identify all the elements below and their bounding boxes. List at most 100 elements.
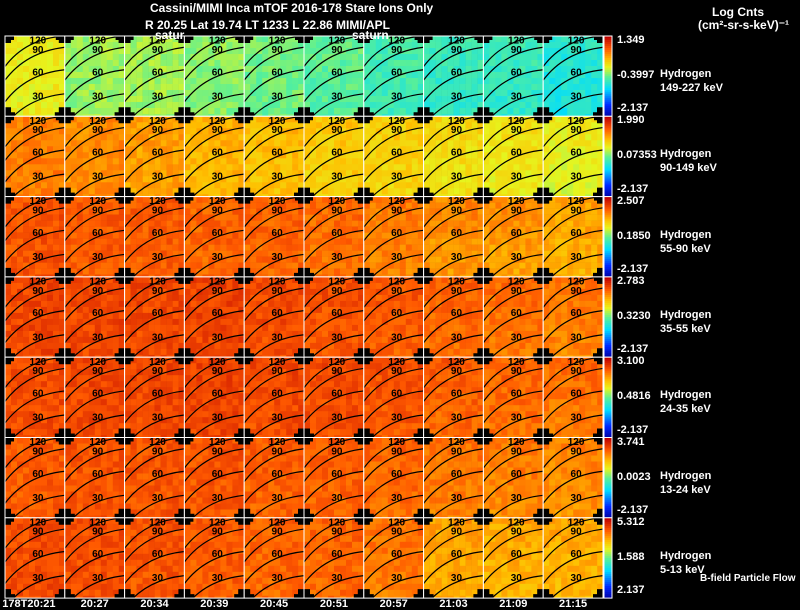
contour-label: 30 xyxy=(92,172,104,183)
heatmap-cell xyxy=(549,202,556,209)
heatmap-cell xyxy=(178,146,185,153)
heatmap-cell xyxy=(399,158,407,165)
heatmap-cell xyxy=(47,282,54,290)
heatmap-cell xyxy=(226,60,233,67)
heatmap-cell xyxy=(112,72,120,79)
heatmap-cell xyxy=(76,102,84,109)
contour-label: 90 xyxy=(391,205,403,216)
contour-label: 60 xyxy=(152,228,164,239)
contour-label: 90 xyxy=(152,205,164,216)
heatmap-cell xyxy=(543,208,550,215)
heatmap-cell xyxy=(465,182,472,189)
heatmap-cell xyxy=(573,84,580,91)
heatmap-cell xyxy=(208,140,215,147)
heatmap-cell xyxy=(525,202,532,209)
heatmap-cell xyxy=(441,66,448,73)
heatmap-cell xyxy=(35,102,42,109)
heatmap-cell xyxy=(53,60,60,67)
heatmap-cell xyxy=(501,108,508,115)
heatmap-cell xyxy=(346,220,353,227)
heatmap-cell xyxy=(597,60,604,67)
heatmap-cell xyxy=(76,36,84,43)
heatmap-cell xyxy=(178,78,185,85)
heatmap-cell xyxy=(41,300,48,308)
heatmap-cell xyxy=(525,268,532,275)
heatmap-cell xyxy=(298,72,305,79)
heatmap-cell xyxy=(274,140,281,147)
heatmap-cell xyxy=(100,268,108,275)
heatmap-cell xyxy=(76,318,84,326)
heatmap-cell xyxy=(238,84,245,91)
heatmap-cell xyxy=(274,84,281,91)
heatmap-cell xyxy=(178,238,185,245)
heatmap-cell xyxy=(375,250,383,257)
heatmap-cell xyxy=(375,170,383,177)
heatmap-cell xyxy=(262,66,269,73)
heatmap-cell xyxy=(322,226,329,233)
heatmap-cell xyxy=(148,60,155,67)
heatmap-cell xyxy=(579,158,586,165)
heatmap-cell xyxy=(76,342,84,350)
heatmap-cell xyxy=(184,48,191,55)
heatmap-cell xyxy=(447,220,454,227)
heatmap-cell xyxy=(597,48,604,55)
heatmap-cell xyxy=(411,140,419,147)
heatmap-cell xyxy=(29,244,36,251)
heatmap-cell xyxy=(579,102,586,109)
heatmap-cell xyxy=(591,158,598,165)
heatmap-cell xyxy=(64,226,72,233)
heatmap-cell xyxy=(411,220,419,227)
heatmap-cell xyxy=(11,60,18,67)
heatmap-cell xyxy=(322,146,329,153)
heatmap-cell xyxy=(489,220,496,227)
heatmap-cell xyxy=(112,244,120,251)
heatmap-cell xyxy=(88,164,96,171)
contour-label: 60 xyxy=(212,228,224,239)
heatmap-cell xyxy=(369,232,377,239)
heatmap-cell xyxy=(495,102,502,109)
heatmap-cell xyxy=(136,170,143,177)
heatmap-cell xyxy=(441,256,448,263)
heatmap-cell xyxy=(381,250,389,257)
heatmap-cell xyxy=(531,176,538,183)
heatmap-cell xyxy=(316,152,323,159)
heatmap-cell xyxy=(399,78,407,85)
heatmap-cell xyxy=(334,182,341,189)
heatmap-cell xyxy=(59,288,66,296)
heatmap-cell xyxy=(172,220,179,227)
heatmap-cell xyxy=(537,220,544,227)
contour-label: 60 xyxy=(511,228,523,239)
heatmap-cell xyxy=(172,60,179,67)
heatmap-cell xyxy=(429,238,436,245)
heatmap-cell xyxy=(346,122,353,129)
heatmap-cell xyxy=(405,188,413,195)
heatmap-cell xyxy=(190,238,197,245)
heatmap-cell xyxy=(88,188,96,195)
heatmap-cell xyxy=(585,84,592,91)
heatmap-cell xyxy=(513,244,520,251)
heatmap-cell xyxy=(47,262,54,269)
heatmap-cell xyxy=(17,36,24,43)
heatmap-cell xyxy=(471,54,478,61)
heatmap-cell xyxy=(459,268,466,275)
heatmap-cell xyxy=(59,90,66,97)
heatmap-cell xyxy=(106,108,114,115)
contour-label: 90 xyxy=(451,45,463,56)
heatmap-cell xyxy=(118,220,125,227)
heatmap-cell xyxy=(190,202,197,209)
heatmap-cell xyxy=(118,244,125,251)
heatmap-cell xyxy=(334,158,341,165)
heatmap-cell xyxy=(47,294,54,302)
heatmap-cell xyxy=(11,140,18,147)
heatmap-cell xyxy=(94,220,102,227)
heatmap-cell xyxy=(118,152,125,159)
heatmap-cell xyxy=(172,72,179,79)
heatmap-cell xyxy=(597,134,604,141)
heatmap-cell xyxy=(381,176,389,183)
heatmap-cell xyxy=(106,300,114,308)
heatmap-cell xyxy=(178,72,185,79)
heatmap-cell xyxy=(220,140,227,147)
heatmap-cell xyxy=(172,238,179,245)
heatmap-cell xyxy=(202,84,209,91)
heatmap-cell xyxy=(208,244,215,251)
